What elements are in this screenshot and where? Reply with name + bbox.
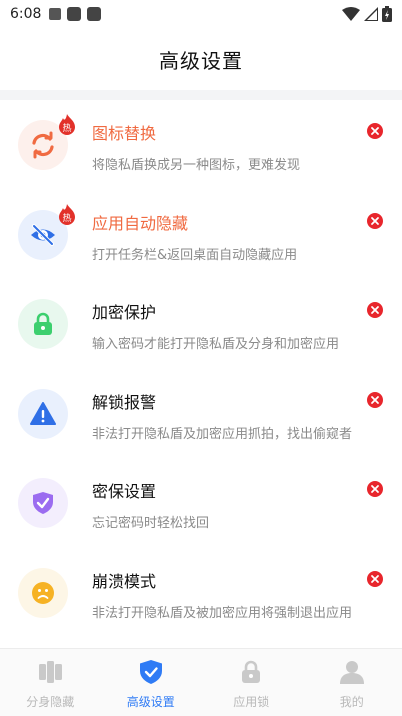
feature-list: 热 图标替换 将隐私盾换成另一种图标，更难发现 热 应用自动隐藏 打开任务栏&返… [0,100,402,638]
battery-icon [382,6,392,22]
hot-badge-icon: 热 [59,203,75,225]
nav-label: 我的 [339,695,364,709]
close-icon[interactable] [366,122,384,140]
sad-face-icon [18,567,68,618]
nav-tab-clone-hide[interactable]: 分身隐藏 [0,649,101,716]
feature-title: 崩溃模式 [92,571,157,591]
feature-desc: 输入密码才能打开隐私盾及分身和加密应用 [92,337,340,353]
status-bar: 6:08 [0,0,402,28]
feature-desc: 将隐私盾换成另一种图标，更难发现 [92,158,301,173]
section-divider [0,90,402,100]
nav-label: 分身隐藏 [26,695,75,709]
wifi-icon [342,7,360,21]
svg-text:热: 热 [62,212,71,224]
user-icon [339,661,364,684]
feature-row-unlock-alarm[interactable]: 解锁报警 非法打开隐私盾及加密应用抓拍，找出偷窥者 [0,369,402,459]
title-bar: 高级设置 [0,28,402,90]
feature-row-crash-mode[interactable]: 崩溃模式 非法打开隐私盾及被加密应用将强制退出应用 [0,548,402,638]
notification-a-icon [49,8,62,20]
clone-icon [39,661,63,683]
feature-desc: 忘记密码时轻松找回 [92,516,210,532]
close-icon[interactable] [366,391,384,409]
lock-icon [18,299,68,350]
page-title: 高级设置 [159,48,243,73]
nav-tab-mine[interactable]: 我的 [302,649,402,716]
nav-tab-app-lock[interactable]: 应用锁 [201,649,302,716]
feature-desc: 打开任务栏&返回桌面自动隐藏应用 [92,247,298,263]
feature-title: 图标替换 [92,124,157,143]
notification-app-icon [67,7,82,21]
status-indicators [342,6,392,22]
feature-row-icon-replace[interactable]: 热 图标替换 将隐私盾换成另一种图标，更难发现 [0,100,402,190]
bottom-nav: 分身隐藏 高级设置 应用锁 我的 [0,648,402,716]
nav-label: 高级设置 [126,695,175,709]
notification-app-icon-2 [87,7,102,21]
feature-title: 密保设置 [92,482,157,502]
feature-desc: 非法打开隐私盾及被加密应用将强制退出应用 [92,605,353,621]
feature-title: 应用自动隐藏 [92,213,189,233]
nav-label: 应用锁 [233,695,270,709]
shield-icon [139,660,162,684]
feature-row-auto-hide[interactable]: 热 应用自动隐藏 打开任务栏&返回桌面自动隐藏应用 [0,190,402,280]
status-time: 6:08 [10,6,42,22]
feature-row-security-question[interactable]: 密保设置 忘记密码时轻松找回 [0,458,402,548]
feature-title: 加密保护 [92,303,157,323]
close-icon[interactable] [366,212,384,230]
shield-check-icon [18,478,68,529]
close-icon[interactable] [366,480,384,498]
warning-icon [18,388,68,439]
app-lock-icon [242,660,261,683]
feature-desc: 非法打开隐私盾及加密应用抓拍，找出偷窥者 [92,426,353,442]
signal-icon [364,7,378,21]
hot-badge-icon: 热 [59,114,75,135]
nav-tab-advanced-settings[interactable]: 高级设置 [101,649,202,716]
close-icon[interactable] [366,570,384,588]
feature-title: 解锁报警 [92,392,157,412]
svg-text:热: 热 [62,122,71,134]
feature-row-encrypt[interactable]: 加密保护 输入密码才能打开隐私盾及分身和加密应用 [0,279,402,369]
close-icon[interactable] [366,301,384,319]
